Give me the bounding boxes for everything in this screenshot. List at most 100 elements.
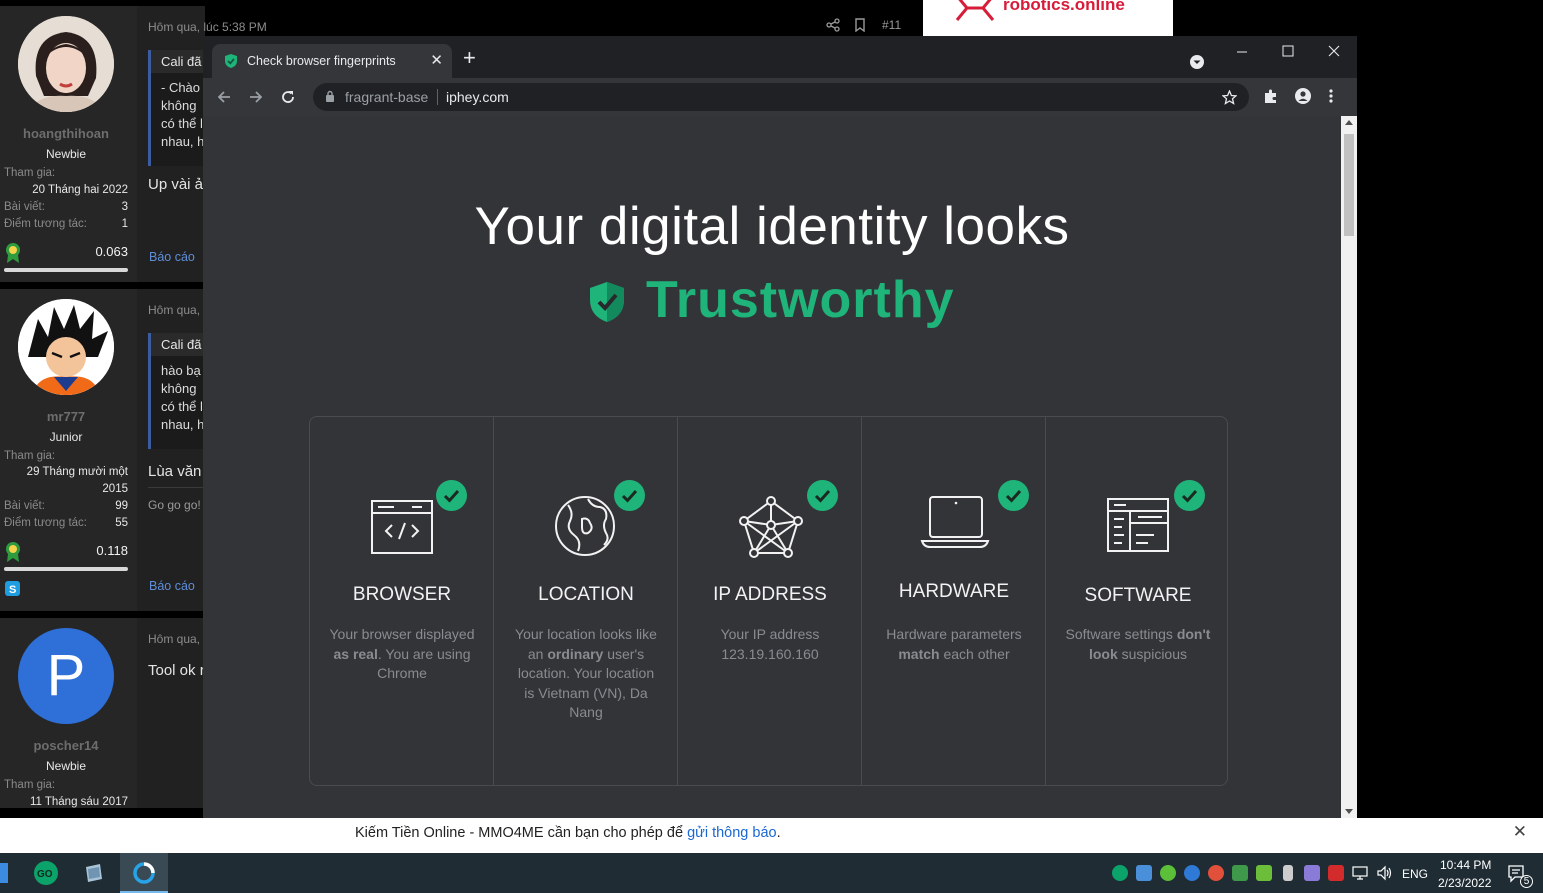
post-time[interactable]: Hôm qua,: [148, 632, 200, 646]
start-edge[interactable]: [0, 863, 8, 883]
notification-count: 5: [1520, 875, 1533, 888]
tray-network-tool-icon[interactable]: [1232, 865, 1248, 881]
quote-line: nhau, h: [161, 134, 205, 149]
username[interactable]: mr777: [0, 409, 132, 424]
posts-stat: Bài viết: 99: [4, 500, 128, 512]
scrollbar-thumb[interactable]: [1344, 134, 1354, 236]
browser-toolbar: fragrant-base iphey.com: [203, 78, 1357, 116]
notification-link[interactable]: gửi thông báo: [687, 825, 777, 841]
close-window-icon[interactable]: [1328, 45, 1340, 57]
window-settings-icon: [1107, 498, 1169, 552]
bookmark-icon[interactable]: [854, 18, 866, 32]
tray-sync-icon[interactable]: [1160, 865, 1176, 881]
tray-android-icon[interactable]: [1256, 865, 1272, 881]
post-number[interactable]: #11: [882, 18, 901, 32]
language-indicator[interactable]: ENG: [1402, 867, 1428, 881]
quote-block: Cali đã hào bạ không có thể l nhau, h: [148, 333, 208, 449]
scroll-down-arrow-icon[interactable]: [1345, 809, 1353, 814]
card-title: IP ADDRESS: [713, 584, 827, 605]
taskbar-app-gologin[interactable]: GO: [22, 853, 70, 893]
laptop-icon: [920, 496, 990, 548]
score-value: 1: [121, 218, 128, 230]
maximize-icon[interactable]: [1282, 45, 1294, 57]
score-value: 55: [115, 517, 128, 529]
joined-value: 2015: [102, 483, 128, 495]
user-rank: Newbie: [45, 759, 87, 773]
post-actions-bar: #11: [148, 0, 908, 38]
quote-line: có thể l: [161, 399, 203, 414]
headline: Your digital identity looks: [474, 197, 1070, 256]
network-tray-icon[interactable]: [1352, 865, 1368, 881]
page-scrollbar[interactable]: [1341, 116, 1357, 818]
tray-cloud-icon[interactable]: [1184, 865, 1200, 881]
tray-chrome-icon[interactable]: [1208, 865, 1224, 881]
clock-time[interactable]: 10:44 PM: [1440, 858, 1491, 872]
avatar-letter: P: [46, 643, 86, 708]
forum-post: P poscher14 Newbie Tham gia: 11 Tháng sá…: [0, 618, 205, 808]
posts-value: 99: [115, 500, 128, 512]
tab-search-icon[interactable]: [1190, 55, 1204, 69]
checks-grid: BROWSER Your browser displayed as real. …: [309, 416, 1228, 786]
username[interactable]: hoangthihoan: [0, 126, 132, 141]
card-description: Software settings don't look suspicious: [1065, 626, 1211, 662]
url-separator: [437, 89, 438, 105]
new-tab-button[interactable]: +: [463, 47, 476, 69]
posts-label: Bài viết:: [4, 500, 45, 512]
taskbar-app-browser[interactable]: [120, 853, 168, 893]
joined-value: 11 Tháng sáu 2017: [29, 796, 128, 808]
volume-icon[interactable]: [1376, 865, 1392, 881]
check-badge: [614, 480, 645, 511]
check-badge: [1174, 480, 1205, 511]
posts-label: Bài viết:: [4, 201, 45, 213]
minimize-icon[interactable]: [1236, 46, 1248, 58]
tray-pen-icon[interactable]: [1304, 865, 1320, 881]
address-bar[interactable]: fragrant-base iphey.com: [313, 83, 1249, 111]
clock-date[interactable]: 2/23/2022: [1438, 876, 1491, 890]
browser-code-icon: [371, 500, 433, 554]
url-domain: iphey.com: [446, 89, 509, 105]
tray-vivaldi-icon[interactable]: [1328, 865, 1344, 881]
robot-logo-icon: [955, 0, 995, 21]
tab-active[interactable]: Check browser fingerprints ✕: [212, 44, 452, 78]
check-badge: [436, 480, 467, 511]
tray-gologin-icon[interactable]: [1112, 865, 1128, 881]
scroll-up-arrow-icon[interactable]: [1345, 120, 1353, 125]
lock-icon[interactable]: [325, 90, 335, 103]
avatar[interactable]: [18, 16, 114, 112]
profile-icon[interactable]: [1295, 88, 1311, 104]
back-icon[interactable]: [216, 89, 232, 105]
skype-icon[interactable]: S: [5, 581, 20, 596]
ad-banner[interactable]: robotics.online: [923, 0, 1173, 38]
reload-icon[interactable]: [280, 89, 296, 105]
network-icon: [739, 496, 803, 558]
report-link[interactable]: Báo cáo: [149, 579, 195, 593]
verdict-text: Trustworthy: [645, 271, 955, 329]
quote-header[interactable]: Cali đã: [151, 50, 208, 73]
avatar[interactable]: P: [18, 628, 114, 724]
report-link[interactable]: Báo cáo: [149, 250, 195, 264]
post-user-panel: mr777 Junior Tham gia: 29 Tháng mười một…: [0, 289, 137, 611]
score-label: Điểm tương tác:: [4, 218, 87, 230]
tab-close-icon[interactable]: ✕: [430, 51, 443, 69]
share-icon[interactable]: [826, 18, 840, 32]
user-rank: Junior: [49, 430, 83, 444]
reputation-value: 0.063: [95, 244, 128, 259]
quote-header[interactable]: Cali đã: [151, 333, 208, 356]
tray-app-icon[interactable]: [1136, 865, 1152, 881]
forum-post: hoangthihoan Newbie Tham gia: 20 Tháng h…: [0, 6, 267, 282]
bookmark-star-icon[interactable]: [1222, 90, 1237, 105]
forward-icon[interactable]: [248, 89, 264, 105]
username[interactable]: poscher14: [0, 738, 132, 753]
card-description: Your location looks like an ordinary use…: [515, 626, 657, 720]
card-title: BROWSER: [352, 584, 452, 605]
avatar[interactable]: [18, 299, 114, 395]
post-time[interactable]: Hôm qua,: [148, 303, 200, 317]
notification-close-icon[interactable]: ✕: [1513, 822, 1527, 842]
menu-kebab-icon[interactable]: [1329, 88, 1333, 104]
tray-usb-icon[interactable]: [1283, 865, 1293, 881]
quote-body: hào bạ không có thể l nhau, h: [151, 356, 208, 434]
svg-text:S: S: [9, 584, 16, 596]
taskbar-app-files[interactable]: [70, 853, 118, 893]
extensions-icon[interactable]: [1263, 88, 1279, 104]
user-rank: Newbie: [45, 147, 87, 161]
